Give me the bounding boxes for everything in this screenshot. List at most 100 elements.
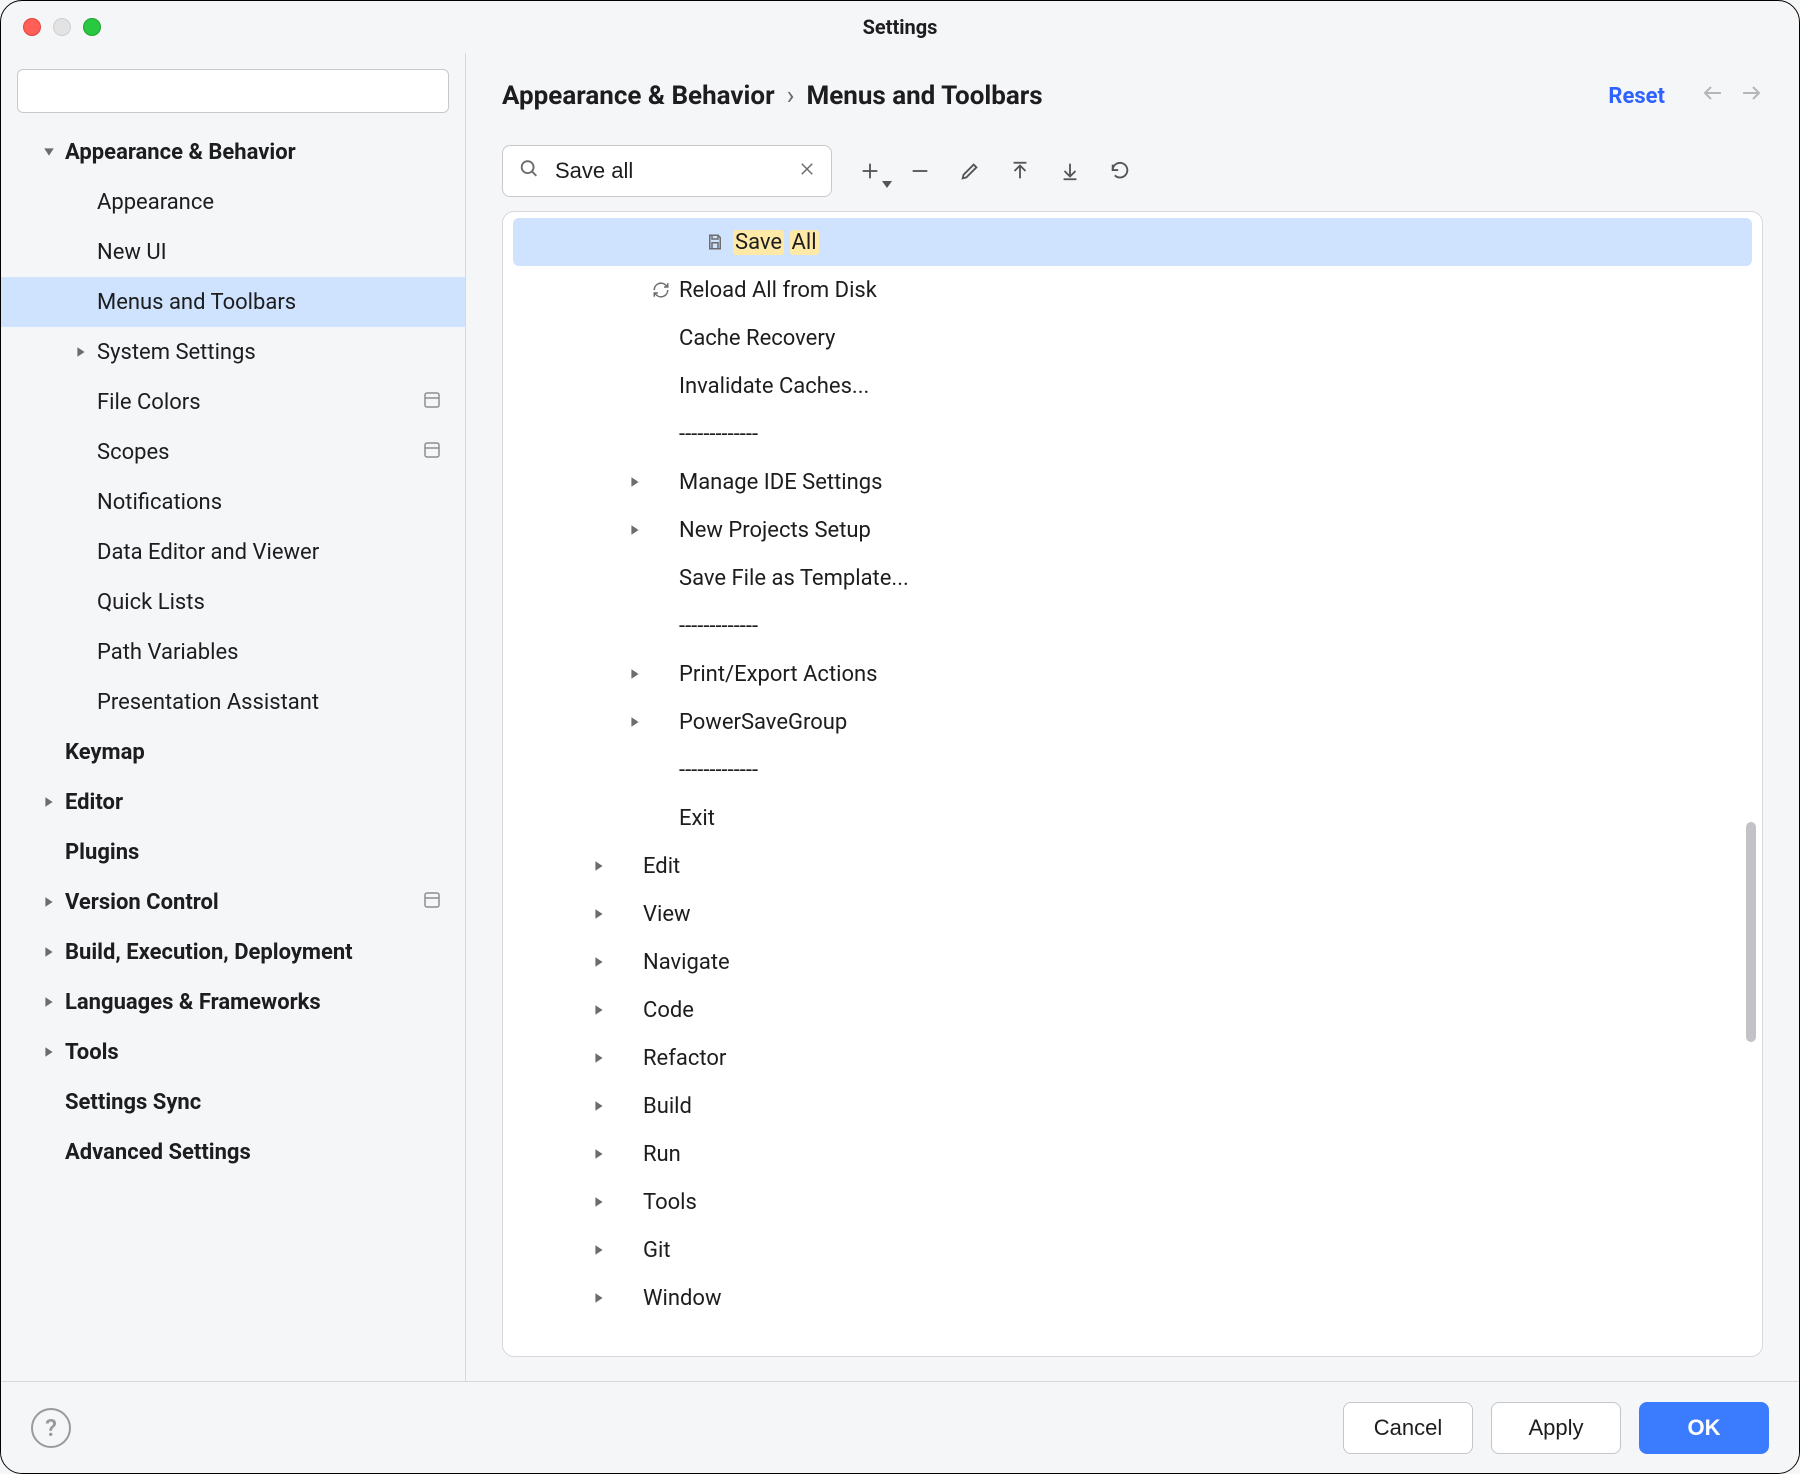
chevron-right-icon: [587, 1292, 611, 1304]
action-label: -------------: [679, 758, 758, 783]
action-row[interactable]: Save All: [513, 218, 1752, 266]
remove-action-button[interactable]: [906, 157, 934, 185]
ok-button[interactable]: OK: [1639, 1402, 1769, 1454]
breadcrumb: Appearance & Behavior › Menus and Toolba…: [502, 81, 1043, 111]
sidebar-item-label: Appearance & Behavior: [65, 140, 296, 165]
scrollbar-thumb[interactable]: [1746, 822, 1756, 1042]
close-window-button[interactable]: [23, 18, 41, 36]
sidebar-item[interactable]: Keymap: [1, 727, 465, 777]
sidebar-item[interactable]: Notifications: [1, 477, 465, 527]
action-row[interactable]: -------------: [503, 602, 1762, 650]
add-action-button[interactable]: [856, 157, 884, 185]
reset-button[interactable]: Reset: [1608, 84, 1665, 109]
action-row[interactable]: Manage IDE Settings: [503, 458, 1762, 506]
action-row[interactable]: Run: [503, 1130, 1762, 1178]
action-label: Refactor: [643, 1046, 726, 1071]
actions-tree[interactable]: Save All Reload All from Disk Cache Recove…: [503, 212, 1762, 1356]
sidebar-item[interactable]: System Settings: [1, 327, 465, 377]
chevron-right-icon: [587, 1196, 611, 1208]
sidebar-item-label: Version Control: [65, 890, 219, 915]
sidebar-item-label: Scopes: [97, 440, 170, 465]
action-label: Save All: [733, 230, 819, 255]
action-row[interactable]: -------------: [503, 746, 1762, 794]
action-row[interactable]: Tools: [503, 1178, 1762, 1226]
action-label: Tools: [643, 1190, 697, 1215]
chevron-right-icon: [37, 996, 61, 1008]
sidebar-item[interactable]: Languages & Frameworks: [1, 977, 465, 1027]
history-nav: [1701, 81, 1763, 111]
sidebar-item-label: New UI: [97, 240, 167, 265]
chevron-right-icon: [623, 716, 647, 728]
sidebar-item[interactable]: Tools: [1, 1027, 465, 1077]
action-label: Exit: [679, 806, 715, 831]
action-row[interactable]: Navigate: [503, 938, 1762, 986]
action-row[interactable]: Edit: [503, 842, 1762, 890]
sidebar-item[interactable]: Menus and Toolbars: [1, 277, 465, 327]
sidebar-item[interactable]: New UI: [1, 227, 465, 277]
action-row[interactable]: Invalidate Caches...: [503, 362, 1762, 410]
sidebar-item[interactable]: Presentation Assistant: [1, 677, 465, 727]
sidebar-item[interactable]: Quick Lists: [1, 577, 465, 627]
minimize-window-button[interactable]: [53, 18, 71, 36]
move-up-button[interactable]: [1006, 157, 1034, 185]
action-row[interactable]: Reload All from Disk: [503, 266, 1762, 314]
sidebar-item[interactable]: Version Control: [1, 877, 465, 927]
nav-forward-icon[interactable]: [1739, 81, 1763, 111]
sidebar-item[interactable]: File Colors: [1, 377, 465, 427]
action-row[interactable]: -------------: [503, 410, 1762, 458]
action-row[interactable]: Build: [503, 1082, 1762, 1130]
action-row[interactable]: Refactor: [503, 1034, 1762, 1082]
action-row[interactable]: PowerSaveGroup: [503, 698, 1762, 746]
move-down-button[interactable]: [1056, 157, 1084, 185]
sidebar-item[interactable]: Editor: [1, 777, 465, 827]
action-label: Code: [643, 998, 694, 1023]
sidebar-item[interactable]: Appearance & Behavior: [1, 127, 465, 177]
clear-icon[interactable]: [798, 159, 816, 183]
save-icon: [701, 233, 729, 251]
sidebar-item[interactable]: Plugins: [1, 827, 465, 877]
sidebar-item[interactable]: Scopes: [1, 427, 465, 477]
help-button[interactable]: ?: [31, 1408, 71, 1448]
action-row[interactable]: Code: [503, 986, 1762, 1034]
sidebar-item-label: File Colors: [97, 390, 201, 415]
settings-tree[interactable]: Appearance & Behavior Appearance New UI Men…: [1, 127, 465, 1381]
chevron-right-icon: [587, 1244, 611, 1256]
action-label: New Projects Setup: [679, 518, 871, 543]
action-row[interactable]: Cache Recovery: [503, 314, 1762, 362]
action-row[interactable]: Save File as Template...: [503, 554, 1762, 602]
chevron-right-icon: [623, 524, 647, 536]
action-row[interactable]: Exit: [503, 794, 1762, 842]
sidebar-item[interactable]: Settings Sync: [1, 1077, 465, 1127]
sidebar-item-label: Tools: [65, 1040, 119, 1065]
chevron-right-icon: [587, 1004, 611, 1016]
action-label: Save File as Template...: [679, 566, 909, 591]
sidebar-item[interactable]: Advanced Settings: [1, 1127, 465, 1177]
restore-action-button[interactable]: [1106, 157, 1134, 185]
dialog-footer: ? Cancel Apply OK: [1, 1381, 1799, 1473]
action-row[interactable]: Git: [503, 1226, 1762, 1274]
action-row[interactable]: View: [503, 890, 1762, 938]
chevron-right-icon: [37, 1046, 61, 1058]
sidebar-item[interactable]: Build, Execution, Deployment: [1, 927, 465, 977]
cancel-button[interactable]: Cancel: [1343, 1402, 1473, 1454]
maximize-window-button[interactable]: [83, 18, 101, 36]
sidebar-item[interactable]: Data Editor and Viewer: [1, 527, 465, 577]
breadcrumb-parent: Appearance & Behavior: [502, 81, 775, 111]
action-row[interactable]: New Projects Setup: [503, 506, 1762, 554]
actions-filter-input[interactable]: [502, 145, 832, 197]
settings-search-input[interactable]: [17, 69, 449, 113]
sidebar-item[interactable]: Path Variables: [1, 627, 465, 677]
nav-back-icon[interactable]: [1701, 81, 1725, 111]
apply-button[interactable]: Apply: [1491, 1402, 1621, 1454]
search-icon: [518, 158, 540, 185]
action-row[interactable]: Window: [503, 1274, 1762, 1322]
project-scope-icon: [423, 440, 441, 464]
sidebar-item-label: Plugins: [65, 840, 139, 865]
sidebar-item-label: Build, Execution, Deployment: [65, 940, 353, 965]
action-label: Cache Recovery: [679, 326, 835, 351]
sidebar-item-label: Data Editor and Viewer: [97, 540, 319, 565]
edit-action-button[interactable]: [956, 157, 984, 185]
action-row[interactable]: Print/Export Actions: [503, 650, 1762, 698]
sidebar-item-label: Appearance: [97, 190, 214, 215]
sidebar-item[interactable]: Appearance: [1, 177, 465, 227]
